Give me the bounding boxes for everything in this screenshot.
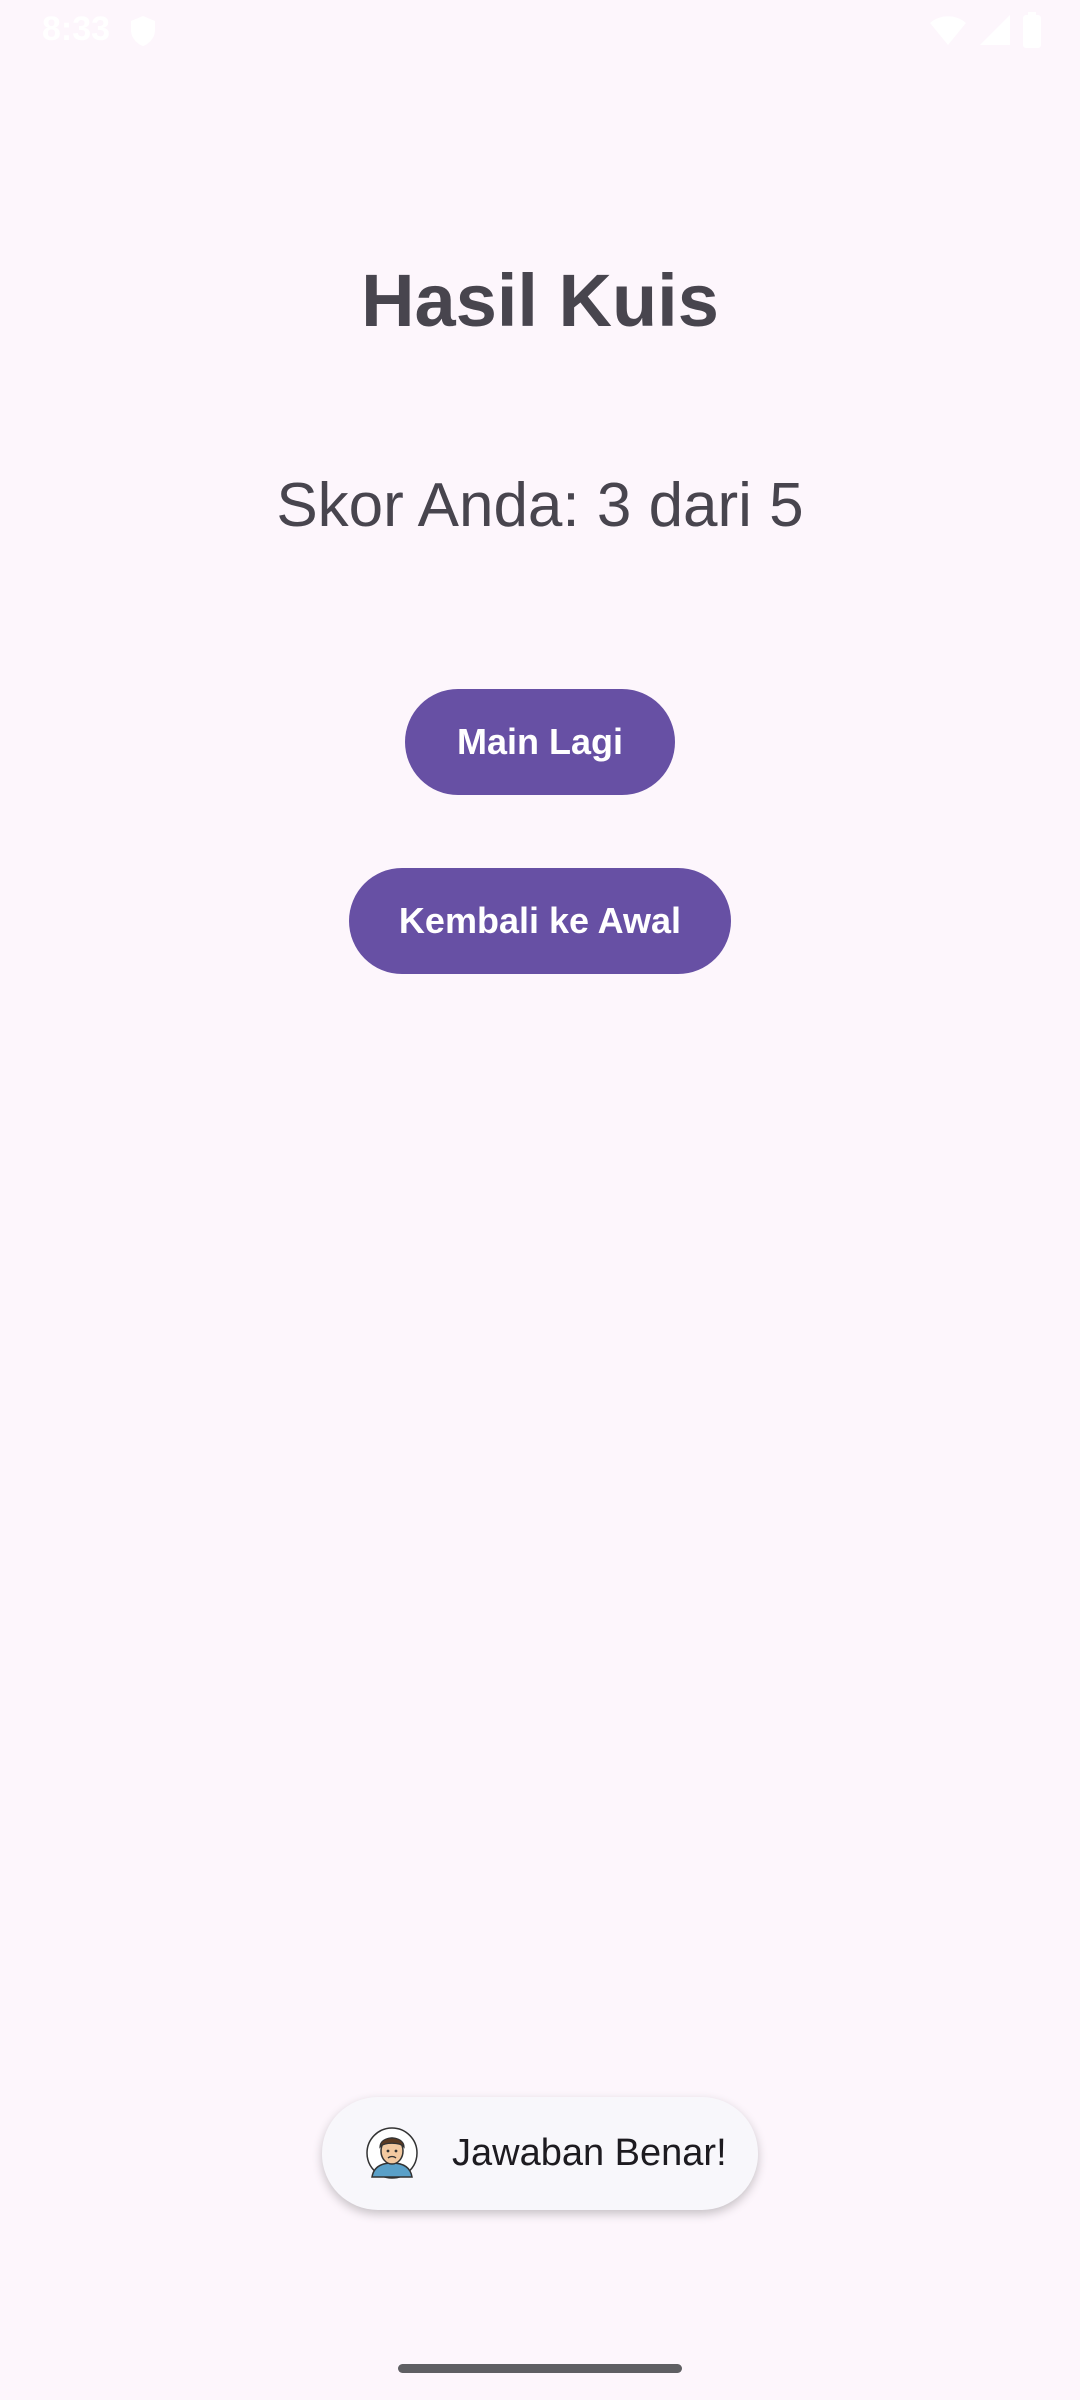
status-time: 8:33 [42,10,111,48]
back-to-start-button[interactable]: Kembali ke Awal [349,868,731,974]
app-avatar-icon [366,2127,418,2179]
signal-icon [980,15,1010,45]
battery-icon [1023,12,1041,48]
status-bar: 8:33 [0,0,1080,62]
status-icons [928,12,1042,48]
page-title: Hasil Kuis [361,259,719,342]
toast-message: Jawaban Benar! [452,2132,727,2174]
play-again-button[interactable]: Main Lagi [405,689,675,795]
score-text: Skor Anda: 3 dari 5 [276,471,804,540]
wifi-icon [930,16,966,45]
gesture-nav-handle[interactable] [398,2364,682,2373]
shield-icon [131,16,155,46]
toast: Jawaban Benar! [322,2097,758,2210]
